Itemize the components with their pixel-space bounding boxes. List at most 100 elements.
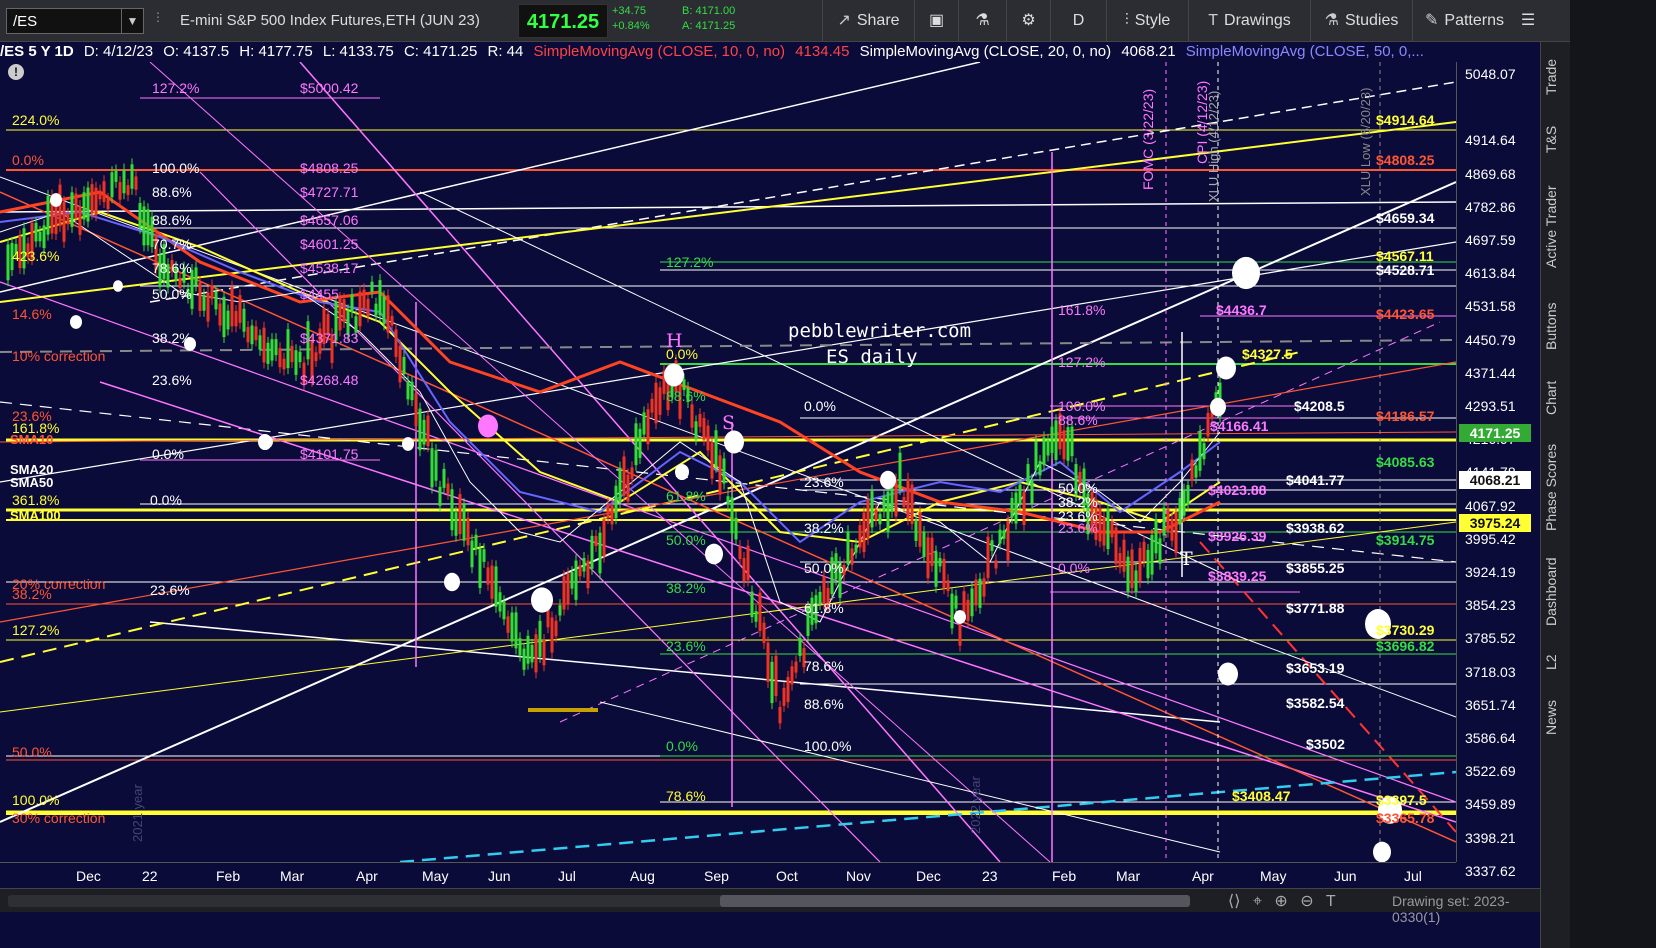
time-tick-label: Jun (488, 868, 511, 884)
info-icon[interactable]: ! (8, 64, 24, 80)
marker-oval[interactable] (1210, 397, 1226, 417)
time-tick-label: Jun (1334, 868, 1357, 884)
symbol-input[interactable]: /ES ▼ (6, 8, 144, 34)
candle-body (642, 412, 646, 435)
drawings-button[interactable]: T Drawings (1188, 0, 1310, 42)
candle-body (1006, 521, 1010, 561)
fib-left-percent: 23.6% (152, 372, 192, 388)
zoom-out-icon[interactable]: ⊖ (1300, 893, 1313, 910)
time-tick-label: Jul (558, 868, 576, 884)
price-tick-label: 3459.89 (1465, 796, 1516, 813)
candle-body (1182, 489, 1186, 516)
sidebar-tab-l2[interactable]: L2 (1543, 642, 1569, 682)
marker-oval[interactable] (402, 437, 414, 451)
studies-button[interactable]: ⚗ Studies (1310, 0, 1412, 42)
candle-body (1018, 484, 1022, 504)
candle-body (1010, 497, 1014, 518)
candle-body (1158, 538, 1162, 564)
marker-oval[interactable] (954, 610, 966, 624)
fib-left-price: $4601.25 (300, 236, 359, 252)
sma10-label[interactable]: SimpleMovingAvg (CLOSE, 10, 0, no) (534, 43, 786, 60)
candle-body (702, 418, 706, 440)
sidebar-tab-buttons[interactable]: Buttons (1543, 290, 1569, 362)
share-button[interactable]: ↗ Share (822, 0, 914, 42)
candle-body (694, 421, 698, 440)
ask-value: A: 4171.25 (682, 20, 736, 32)
price-tick-label: 3586.64 (1465, 730, 1516, 746)
zoom-in-icon[interactable]: ⊕ (1274, 893, 1287, 910)
text-tool-icon: T (1208, 12, 1219, 29)
link-icon[interactable]: ⋮ (152, 10, 164, 32)
price-chart[interactable]: pebblewriter.com ES daily FOMC (3/22/23)… (0, 61, 1457, 864)
marker-oval[interactable] (444, 572, 460, 592)
mid-fib-label: 100.0% (804, 738, 852, 754)
right-level-label: $3855.25 (1286, 560, 1345, 576)
aggregation-button[interactable]: D (1050, 0, 1106, 42)
drawing-set-label[interactable]: Drawing set: 2023-0330(1) (1392, 893, 1540, 925)
marker-oval[interactable] (531, 587, 553, 613)
screenshot-button[interactable]: ▣ (914, 0, 958, 42)
style-button[interactable]: ⫶ Style (1106, 0, 1188, 42)
marker-oval[interactable] (1216, 356, 1236, 380)
marker-oval[interactable] (1373, 841, 1391, 863)
sidebar-tab-trade[interactable]: Trade (1543, 52, 1569, 102)
chevron-down-icon[interactable]: ▼ (121, 9, 143, 33)
watermark-caption: ES daily (826, 346, 918, 368)
time-tick-label: May (1260, 868, 1287, 884)
time-tick-label: 23 (982, 868, 998, 884)
patterns-button[interactable]: ✎ Patterns (1412, 0, 1516, 42)
expand-icon[interactable]: ⟨⟩ (1228, 893, 1240, 910)
candle-body (1098, 508, 1102, 542)
candle-body (902, 497, 906, 508)
marker-oval[interactable] (705, 543, 723, 565)
sidebar-tab-dashboard[interactable]: Dashboard (1543, 547, 1569, 637)
marker-oval[interactable] (1218, 662, 1238, 686)
flask-button[interactable]: ⚗ (958, 0, 1006, 42)
text-tool-icon[interactable]: T (1326, 893, 1336, 910)
candle-body (510, 612, 514, 642)
candle-body (242, 308, 246, 332)
marker-oval[interactable] (675, 463, 689, 481)
candle-body (714, 430, 718, 467)
candle-body (386, 295, 390, 333)
marker-oval[interactable] (880, 470, 896, 490)
left-level-label: 10% correction (12, 348, 106, 364)
time-tick-label: Oct (776, 868, 798, 884)
sidebar-tab-chart[interactable]: Chart (1543, 372, 1569, 424)
marker-oval[interactable] (70, 315, 82, 329)
settings-button[interactable]: ⚙ (1006, 0, 1050, 42)
price-tick-label: 4613.84 (1465, 265, 1516, 282)
candle-body (982, 578, 986, 597)
marker-oval[interactable] (664, 363, 684, 387)
mid-fib-label: 161.8% (1058, 302, 1106, 318)
marker-oval[interactable] (1232, 256, 1260, 290)
sidebar-tab-active-trader[interactable]: Active Trader (1543, 172, 1569, 282)
time-tick-label: Dec (76, 868, 101, 884)
sma20-price-flag: 4068.21 (1459, 471, 1531, 489)
time-axis[interactable]: Dec 22 Feb Mar Apr May Jun Jul Aug Sep Oct Nov Dec 23… (0, 862, 1456, 888)
drawings-label: Drawings (1224, 12, 1291, 29)
left-level-label: 100.0% (12, 792, 60, 808)
sidebar-tab-news[interactable]: News (1543, 692, 1569, 742)
marker-oval[interactable] (478, 414, 498, 438)
marker-oval[interactable] (50, 193, 62, 207)
candle-body (1002, 530, 1006, 539)
sidebar-tab-phase-scores[interactable]: Phase Scores (1543, 432, 1569, 542)
sma20-label[interactable]: SimpleMovingAvg (CLOSE, 20, 0, no) (860, 43, 1112, 60)
menu-button[interactable]: ☰ (1516, 0, 1540, 42)
scrollbar-thumb[interactable] (720, 895, 1190, 907)
marker-oval[interactable] (263, 436, 273, 448)
chart-canvas[interactable] (0, 61, 1457, 864)
right-level-label: $3914.75 (1376, 532, 1435, 548)
marker-oval[interactable] (113, 280, 123, 292)
crosshair-icon[interactable]: ⌖ (1253, 893, 1262, 910)
candle-body (578, 565, 582, 577)
sma50-label[interactable]: SimpleMovingAvg (CLOSE, 50, 0,... (1186, 43, 1424, 60)
sma50-tag: SMA50 (10, 475, 54, 490)
right-level-label: $3938.62 (1286, 520, 1345, 536)
price-axis[interactable]: 5048.07 4914.64 4869.68 4782.86 4697.59 4613.… (1456, 62, 1540, 879)
candle-body (690, 404, 694, 428)
candle-body (1142, 541, 1146, 562)
candle-body (1110, 521, 1114, 538)
sidebar-tab-t-s[interactable]: T&S (1543, 112, 1569, 166)
